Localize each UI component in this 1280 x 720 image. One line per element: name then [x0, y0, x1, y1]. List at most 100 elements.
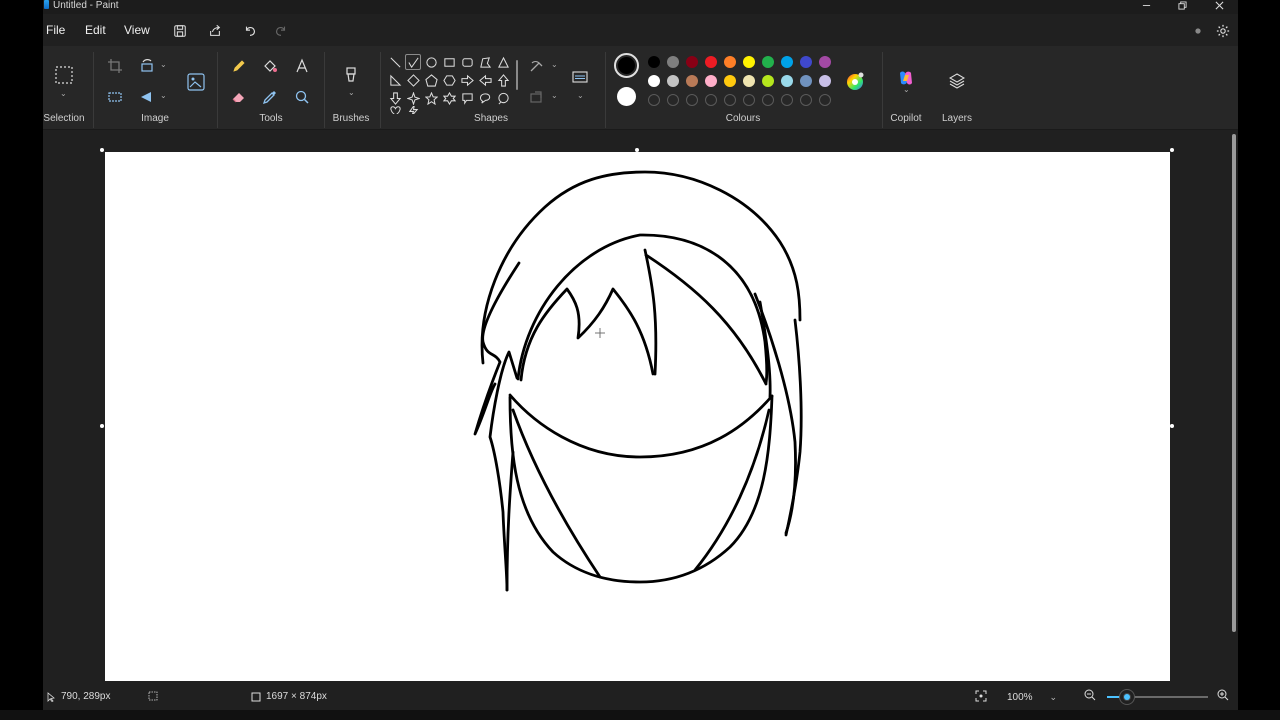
brushes-chevron-icon[interactable]: ⌄ [348, 88, 355, 97]
shape-lightning[interactable] [405, 106, 421, 114]
colour-swatch[interactable] [743, 75, 755, 87]
custom-colour-slot[interactable] [648, 94, 660, 106]
fit-to-window-button[interactable] [975, 690, 987, 702]
eraser-tool[interactable] [228, 86, 250, 108]
selection-button[interactable] [53, 64, 75, 86]
image-ai-button[interactable] [184, 70, 208, 94]
canvas-resize-handle-top[interactable] [635, 148, 639, 152]
crop-button[interactable] [104, 55, 126, 77]
shape-five-point-star[interactable] [423, 90, 439, 106]
pencil-tool[interactable] [228, 55, 250, 77]
shape-four-point-star[interactable] [405, 90, 421, 106]
outline-button[interactable] [526, 55, 548, 77]
custom-colour-slot[interactable] [667, 94, 679, 106]
rotate-button[interactable] [136, 55, 158, 77]
shape-rounded-rectangle[interactable] [459, 54, 475, 70]
shape-polygon[interactable] [477, 54, 493, 70]
colour-swatch[interactable] [686, 56, 698, 68]
custom-colour-slot[interactable] [781, 94, 793, 106]
canvas-resize-handle-top-left[interactable] [100, 148, 104, 152]
undo-button[interactable] [241, 22, 259, 40]
colour-swatch[interactable] [762, 56, 774, 68]
shape-diamond[interactable] [405, 72, 421, 88]
layers-button[interactable] [946, 70, 968, 92]
shape-hexagon[interactable] [441, 72, 457, 88]
custom-colour-slot[interactable] [800, 94, 812, 106]
text-tool[interactable] [291, 55, 313, 77]
colour-swatch[interactable] [648, 75, 660, 87]
colour-swatch[interactable] [705, 56, 717, 68]
shape-heart[interactable] [387, 106, 403, 114]
shape-triangle[interactable] [495, 54, 511, 70]
zoom-slider-thumb[interactable] [1120, 690, 1135, 704]
colour-swatch[interactable] [800, 75, 812, 87]
colour-swatch[interactable] [819, 56, 831, 68]
colour-picker-tool[interactable] [259, 86, 281, 108]
colour-swatch[interactable] [705, 75, 717, 87]
selection-dropdown-chevron-icon[interactable]: ⌄ [60, 89, 67, 98]
shape-pentagon[interactable] [423, 72, 439, 88]
custom-colour-slot[interactable] [724, 94, 736, 106]
shape-left-arrow[interactable] [477, 72, 493, 88]
colour-swatch[interactable] [724, 75, 736, 87]
brushes-button[interactable] [340, 64, 362, 86]
shape-right-arrow[interactable] [459, 72, 475, 88]
shape-down-arrow[interactable] [387, 90, 403, 106]
colour-swatch[interactable] [724, 56, 736, 68]
shape-up-arrow[interactable] [495, 72, 511, 88]
restore-button[interactable] [1171, 0, 1193, 12]
colour-swatch[interactable] [648, 56, 660, 68]
background-remove-button[interactable] [104, 86, 126, 108]
zoom-out-button[interactable] [1084, 689, 1096, 701]
copilot-chevron-icon[interactable]: ⌄ [903, 85, 910, 94]
shape-rect-callout[interactable] [459, 90, 475, 106]
shapes-scrollbar[interactable] [516, 60, 518, 90]
shape-right-triangle[interactable] [387, 72, 403, 88]
colour-swatch[interactable] [667, 56, 679, 68]
shape-cloud-callout[interactable] [495, 90, 511, 106]
share-button[interactable] [206, 22, 224, 40]
flip-button[interactable] [136, 86, 158, 108]
fill-tool[interactable] [259, 55, 281, 77]
close-button[interactable] [1208, 0, 1230, 12]
shape-line[interactable] [387, 54, 403, 70]
zoom-level-select[interactable]: 100% ⌄ [999, 687, 1063, 707]
settings-button[interactable] [1214, 22, 1232, 40]
menu-file[interactable]: File [46, 23, 65, 37]
fill-button[interactable] [526, 86, 548, 108]
shape-six-point-star[interactable] [441, 90, 457, 106]
colour-swatch[interactable] [781, 56, 793, 68]
shape-style-chevron-icon[interactable]: ⌄ [577, 91, 584, 100]
outline-chevron-icon[interactable]: ⌄ [551, 60, 558, 69]
colour-swatch[interactable] [762, 75, 774, 87]
custom-colour-slot[interactable] [743, 94, 755, 106]
colour-1-selector[interactable] [614, 53, 639, 78]
shape-style-button[interactable] [569, 66, 591, 88]
save-button[interactable] [171, 22, 189, 40]
minimize-button[interactable] [1135, 0, 1157, 12]
colour-swatch[interactable] [781, 75, 793, 87]
shape-oval-callout[interactable] [477, 90, 493, 106]
fill-chevron-icon[interactable]: ⌄ [551, 91, 558, 100]
vertical-scrollbar[interactable] [1232, 134, 1236, 632]
shape-oval[interactable] [423, 54, 439, 70]
rotate-chevron-icon[interactable]: ⌄ [160, 60, 167, 69]
canvas-resize-handle-top-right[interactable] [1170, 148, 1174, 152]
redo-button[interactable] [272, 22, 290, 40]
shape-curve[interactable] [405, 54, 421, 70]
custom-colour-slot[interactable] [762, 94, 774, 106]
drawing-canvas[interactable] [105, 152, 1170, 681]
zoom-in-button[interactable] [1217, 689, 1229, 701]
canvas-resize-handle-left[interactable] [100, 424, 104, 428]
custom-colour-slot[interactable] [819, 94, 831, 106]
colour-swatch[interactable] [800, 56, 812, 68]
menu-edit[interactable]: Edit [85, 23, 106, 37]
canvas-resize-handle-right[interactable] [1170, 424, 1174, 428]
custom-colour-slot[interactable] [686, 94, 698, 106]
colour-swatch[interactable] [819, 75, 831, 87]
colour-swatch[interactable] [667, 75, 679, 87]
shape-rectangle[interactable] [441, 54, 457, 70]
colour-swatch[interactable] [686, 75, 698, 87]
account-button[interactable] [1189, 22, 1207, 40]
edit-colours-button[interactable] [844, 70, 866, 92]
